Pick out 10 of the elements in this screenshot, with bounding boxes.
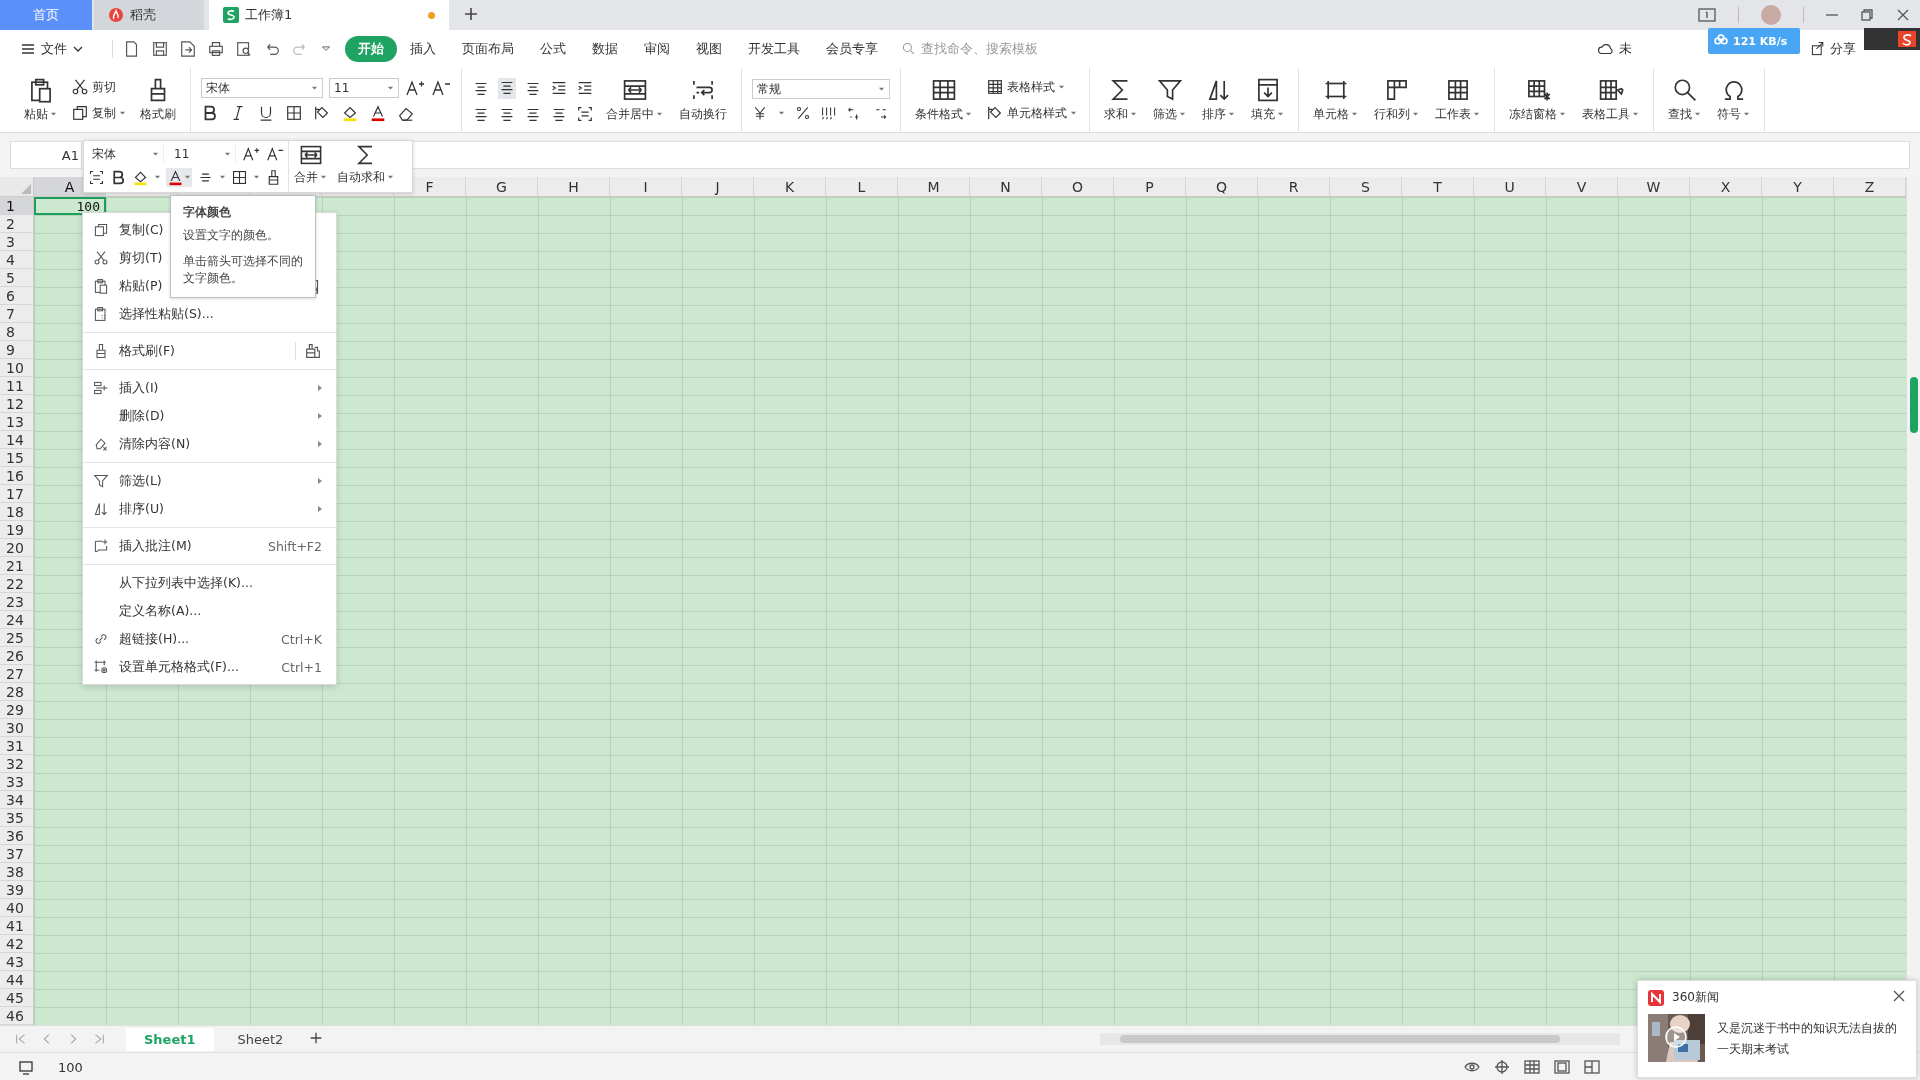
shortcut-label: Ctrl+K [281, 631, 322, 647]
notification-source: 360新闻 [1672, 989, 1719, 1006]
tooltip-title: 字体颜色 [183, 204, 232, 221]
download-speed-badge: 121 KB/s [1708, 28, 1800, 54]
tooltip-text: 设置文字的颜色。 [183, 226, 280, 244]
status-value: 100 [58, 1059, 83, 1075]
notification-text: 又是沉迷于书中的知识无法自拔的 一天期末考试 [1717, 1020, 1897, 1058]
tooltip-text: 单击箭头可选择不同的文字颜色。 [183, 253, 304, 287]
shortcut-label: Ctrl+1 [281, 659, 322, 675]
shortcut-label: Shift+F2 [267, 538, 322, 554]
